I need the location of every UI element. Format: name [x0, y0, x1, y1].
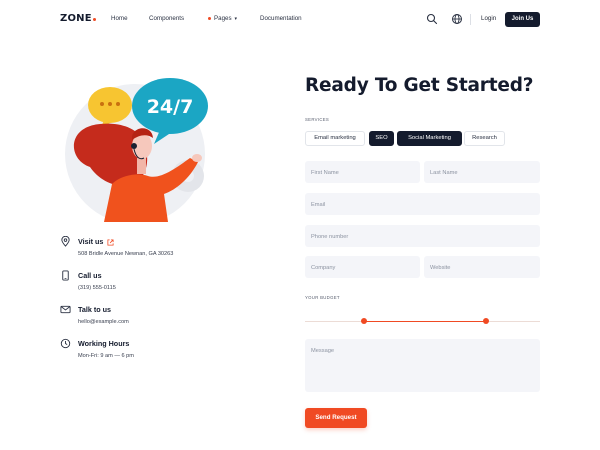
- contact-hours-text: Mon-Fri: 9 am — 6 pm: [78, 353, 134, 359]
- navbar: ZONE Home Components Pages ▾ Documentatio…: [0, 0, 600, 40]
- login-link[interactable]: Login: [481, 15, 496, 22]
- first-name-placeholder: First Name: [311, 170, 339, 176]
- budget-slider-fill: [363, 320, 486, 322]
- message-placeholder: Message: [311, 348, 335, 354]
- contact-email: hello@example.com: [78, 319, 129, 325]
- contact-hours: Working Hours Mon-Fri: 9 am — 6 pm: [60, 338, 240, 366]
- active-dot: [208, 16, 211, 20]
- contact-title: Visit us: [78, 237, 104, 246]
- chip-social-marketing[interactable]: Social Marketing: [397, 131, 462, 146]
- chip-email-marketing[interactable]: Email marketing: [305, 131, 365, 146]
- first-name-field[interactable]: First Name: [305, 161, 420, 183]
- nav-documentation[interactable]: Documentation: [260, 15, 302, 22]
- mail-icon: [60, 305, 71, 314]
- join-button[interactable]: Join Us: [505, 12, 540, 27]
- contact-visit: Visit us 508 Bridle Avenue Newnan, GA 30…: [60, 236, 240, 264]
- services-label: SERVICES: [305, 117, 330, 122]
- website-field[interactable]: Website: [424, 256, 540, 278]
- contact-title: Working Hours: [78, 339, 130, 348]
- logo[interactable]: ZONE: [60, 13, 97, 24]
- last-name-placeholder: Last Name: [430, 170, 458, 176]
- email-placeholder: Email: [311, 202, 326, 208]
- email-field[interactable]: Email: [305, 193, 540, 215]
- 24-7-badge: 24/7: [147, 96, 194, 118]
- contact-address: 508 Bridle Avenue Newnan, GA 30263: [78, 251, 174, 257]
- budget-label: YOUR BUDGET: [305, 295, 340, 300]
- send-request-button[interactable]: Send Request: [305, 408, 367, 428]
- nav-divider: [470, 14, 471, 25]
- page-title: Ready To Get Started?: [305, 75, 534, 96]
- logo-dot: [92, 17, 97, 21]
- phone-field[interactable]: Phone number: [305, 225, 540, 247]
- phone-icon: [62, 270, 69, 281]
- phone-placeholder: Phone number: [311, 234, 349, 240]
- contact-call: Call us (319) 555-0115: [60, 270, 240, 298]
- chip-research[interactable]: Research: [464, 131, 505, 146]
- contact-phone: (319) 555-0115: [78, 285, 116, 291]
- contact-title: Call us: [78, 271, 102, 280]
- map-pin-icon: [61, 236, 70, 247]
- chevron-down-icon: ▾: [234, 16, 238, 22]
- company-placeholder: Company: [311, 265, 336, 271]
- chip-seo[interactable]: SEO: [369, 131, 394, 146]
- website-placeholder: Website: [430, 265, 451, 271]
- contact-title: Talk to us: [78, 305, 112, 314]
- search-icon[interactable]: [426, 13, 438, 25]
- nav-pages[interactable]: Pages ▾: [208, 15, 237, 22]
- nav-components[interactable]: Components: [149, 15, 184, 22]
- message-field[interactable]: Message: [305, 339, 540, 392]
- company-field[interactable]: Company: [305, 256, 420, 278]
- budget-slider-max-handle[interactable]: [482, 318, 489, 324]
- nav-home[interactable]: Home: [111, 15, 128, 22]
- clock-icon: [60, 338, 71, 349]
- last-name-field[interactable]: Last Name: [424, 161, 540, 183]
- contact-talk: Talk to us hello@example.com: [60, 304, 240, 332]
- budget-slider-min-handle[interactable]: [360, 318, 367, 324]
- external-link-icon[interactable]: [107, 239, 114, 246]
- support-illustration: 24/7: [65, 78, 208, 222]
- globe-icon[interactable]: [451, 13, 463, 25]
